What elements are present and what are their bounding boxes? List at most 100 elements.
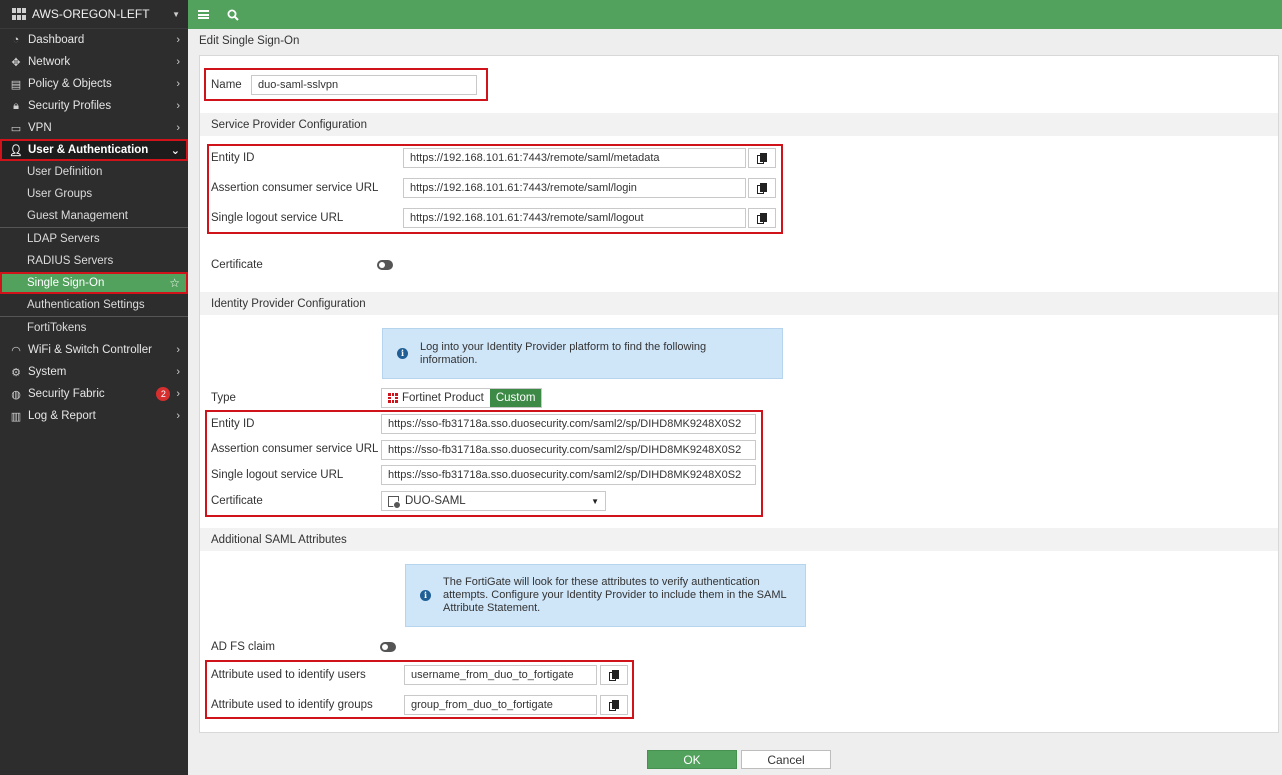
fortinet-logo-icon [388,393,398,403]
device-selector[interactable]: AWS-OREGON-LEFT ▼ [0,0,188,29]
name-label: Name [211,79,242,91]
nav-label: Security Profiles [28,100,112,112]
sidebar-item-user-definition[interactable]: User Definition [0,161,188,183]
wifi-icon: ◠ [11,344,21,357]
chevron-right-icon: › [176,78,180,90]
edit-sso-form: Name duo-saml-sslvpn Service Provider Co… [199,55,1279,733]
nav-system[interactable]: ⚙ System › [0,361,188,383]
sidebar-item-radius-servers[interactable]: RADIUS Servers [0,250,188,272]
chevron-right-icon: › [176,122,180,134]
nav-label: Dashboard [28,34,85,46]
attr-users-label: Attribute used to identify users [211,669,366,681]
chart-icon: ▥ [10,410,22,423]
chevron-right-icon: › [176,388,180,400]
attr-groups-field[interactable]: group_from_duo_to_fortigate [404,695,597,715]
sidebar-item-guest-management[interactable]: Guest Management [0,205,188,227]
attr-section-header: Additional SAML Attributes [200,528,1278,551]
sidebar-item-fortitokens[interactable]: FortiTokens [0,317,188,339]
attr-info-box: i The FortiGate will look for these attr… [405,564,806,627]
nav-security-fabric[interactable]: ◍ Security Fabric 2 › [0,383,188,405]
sub-label: Single Sign-On [27,277,105,289]
copy-button[interactable] [600,665,628,685]
sidebar-item-user-groups[interactable]: User Groups [0,183,188,205]
chevron-right-icon: › [176,344,180,356]
nav-label: WiFi & Switch Controller [28,344,152,356]
type-selector: Fortinet Product Custom [381,388,543,408]
copy-button[interactable] [748,148,776,168]
sp-acs-url-field[interactable]: https://192.168.101.61:7443/remote/saml/… [403,178,746,198]
attr-groups-label: Attribute used to identify groups [211,699,373,711]
idp-slo-url-field[interactable]: https://sso-fb31718a.sso.duosecurity.com… [381,465,756,485]
name-input[interactable]: duo-saml-sslvpn [251,75,477,95]
idp-slo-url-label: Single logout service URL [211,469,344,481]
sp-acs-url-label: Assertion consumer service URL [211,182,379,194]
chevron-right-icon: › [176,56,180,68]
info-icon: i [397,348,408,359]
nav-vpn[interactable]: ▭ VPN › [0,117,188,139]
idp-acs-url-label: Assertion consumer service URL [211,443,379,455]
nav-label: User & Authentication [28,144,149,156]
menu-icon[interactable] [197,10,209,19]
nav-dashboard[interactable]: ◔ Dashboard › [0,29,188,51]
dashboard-icon: ◔ [12,34,20,46]
nav-user-authentication[interactable]: 👤︎ User & Authentication ⌄ [0,139,188,161]
cancel-button[interactable]: Cancel [741,750,831,769]
copy-icon [609,669,619,681]
type-fortinet-product[interactable]: Fortinet Product [382,389,490,407]
notification-badge: 2 [156,387,171,401]
idp-info-box: i Log into your Identity Provider platfo… [382,328,783,379]
chevron-right-icon: › [176,410,180,422]
sidebar-item-single-sign-on[interactable]: Single Sign-On ☆ [0,272,188,294]
attr-users-field[interactable]: username_from_duo_to_fortigate [404,665,597,685]
idp-entity-id-label: Entity ID [211,418,255,430]
chevron-down-icon: ▼ [591,496,599,506]
sp-entity-id-field[interactable]: https://192.168.101.61:7443/remote/saml/… [403,148,746,168]
policy-icon: ▤ [10,78,22,91]
device-name: AWS-OREGON-LEFT [32,7,150,21]
info-text: The FortiGate will look for these attrib… [443,576,787,614]
copy-icon [757,212,767,224]
idp-entity-id-field[interactable]: https://sso-fb31718a.sso.duosecurity.com… [381,414,756,434]
chevron-down-icon: ⌄ [170,144,180,157]
sub-label: User Groups [27,188,93,200]
top-bar [188,0,1282,29]
search-icon[interactable] [227,9,239,21]
nav-log-report[interactable]: ▥ Log & Report › [0,405,188,427]
nav-policy-objects[interactable]: ▤ Policy & Objects › [0,73,188,95]
copy-icon [609,699,619,711]
fortigate-device-icon [12,8,26,20]
copy-button[interactable] [748,178,776,198]
certificate-toggle[interactable] [377,260,393,270]
nav-label: VPN [28,122,52,134]
adfs-claim-toggle[interactable] [380,642,396,652]
idp-section-header: Identity Provider Configuration [200,292,1278,315]
nav-wifi-switch-controller[interactable]: ◠ WiFi & Switch Controller › [0,339,188,361]
chevron-right-icon: › [176,100,180,112]
user-icon: 👤︎ [9,144,23,157]
sp-slo-url-field[interactable]: https://192.168.101.61:7443/remote/saml/… [403,208,746,228]
sidebar-item-authentication-settings[interactable]: Authentication Settings [0,294,188,316]
chevron-right-icon: › [176,366,180,378]
type-custom[interactable]: Custom [489,389,542,407]
idp-certificate-label: Certificate [211,495,263,507]
seg-label: Fortinet Product [402,392,484,404]
nav-network[interactable]: ✥ Network › [0,51,188,73]
sub-label: Authentication Settings [27,299,145,311]
idp-acs-url-field[interactable]: https://sso-fb31718a.sso.duosecurity.com… [381,440,756,460]
chevron-down-icon: ▼ [172,9,180,19]
ok-button[interactable]: OK [647,750,737,769]
star-icon[interactable]: ☆ [169,276,180,290]
nav-security-profiles[interactable]: 🔒︎ Security Profiles › [0,95,188,117]
sub-label: LDAP Servers [27,233,100,245]
fabric-icon: ◍ [11,388,21,401]
idp-certificate-select[interactable]: DUO-SAML ▼ [381,491,606,511]
copy-button[interactable] [748,208,776,228]
copy-button[interactable] [600,695,628,715]
sidebar-item-ldap-servers[interactable]: LDAP Servers [0,228,188,250]
lock-icon: 🔒︎ [13,99,19,112]
info-text: Log into your Identity Provider platform… [420,340,707,366]
sp-slo-url-label: Single logout service URL [211,212,344,224]
copy-icon [757,152,767,164]
adfs-claim-label: AD FS claim [211,641,275,653]
sub-label: FortiTokens [27,322,87,334]
